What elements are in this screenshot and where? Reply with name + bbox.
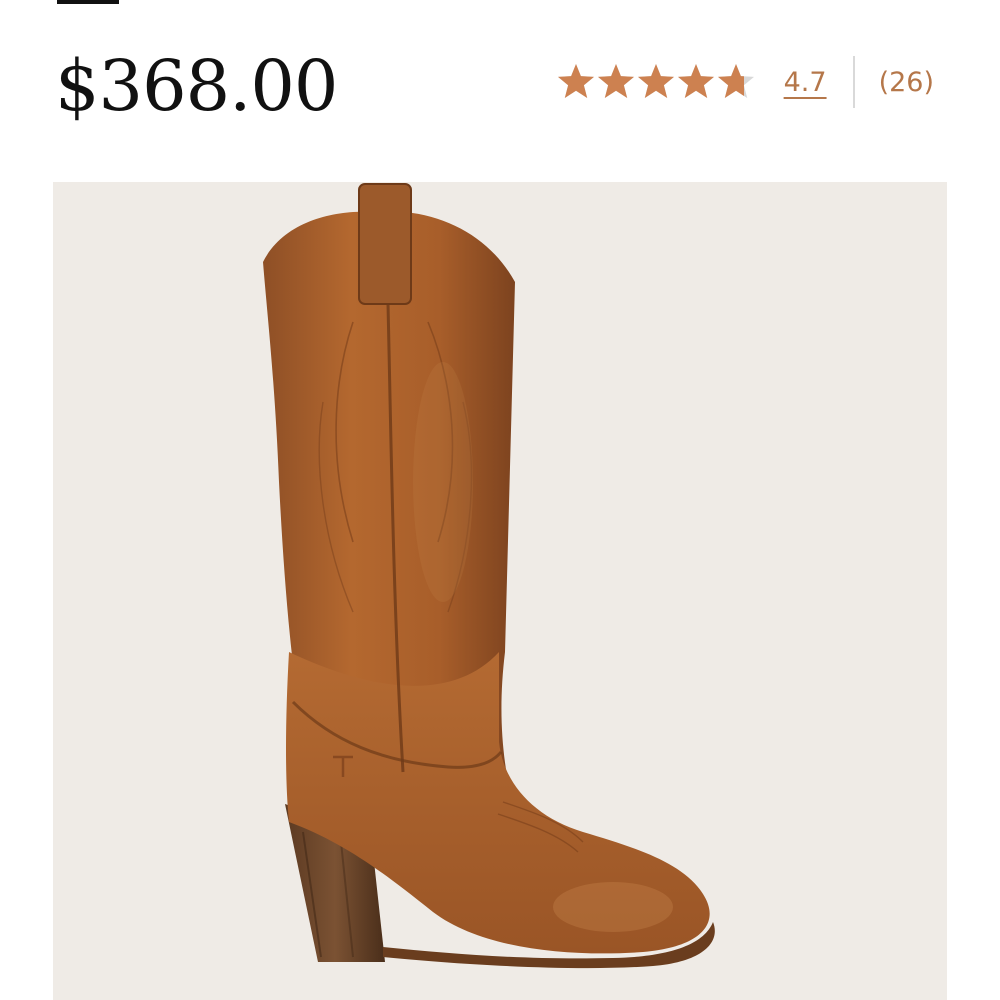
star-icon — [717, 64, 754, 98]
western-boot-icon — [263, 183, 715, 969]
boot-pull-tab — [358, 183, 412, 305]
product-rating: 4.7 (26) — [556, 52, 934, 112]
review-count-link[interactable]: (26) — [879, 67, 934, 98]
star-icon — [637, 64, 674, 98]
rating-divider — [852, 56, 855, 108]
rating-value-link[interactable]: 4.7 — [784, 67, 827, 98]
star-icon — [677, 64, 714, 98]
top-indicator-rule — [57, 0, 119, 4]
star-icon — [557, 64, 594, 98]
product-image[interactable] — [53, 182, 947, 1000]
star-rating[interactable] — [556, 62, 756, 102]
product-detail-page: $368.00 4.7 (26) — [0, 0, 1000, 1000]
star-icon — [597, 64, 634, 98]
product-price: $368.00 — [55, 45, 338, 127]
